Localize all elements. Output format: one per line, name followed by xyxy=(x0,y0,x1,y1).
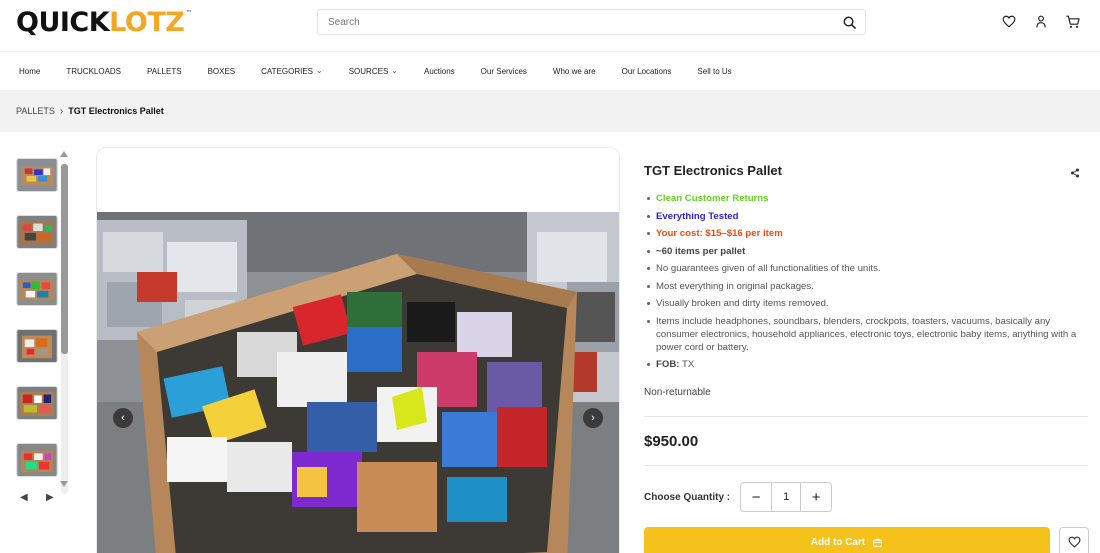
feature-clean-returns: Clean Customer Returns xyxy=(644,192,1088,205)
feature-no-guarantee: No guarantees given of all functionaliti… xyxy=(644,262,1088,275)
add-to-cart-button[interactable]: Add to Cart xyxy=(644,527,1050,553)
thumbnail-6[interactable] xyxy=(16,443,58,477)
add-to-cart-label: Add to Cart xyxy=(810,536,866,548)
product-price: $950.00 xyxy=(644,433,699,450)
feature-items-per-pallet: ~60 items per pallet xyxy=(644,245,1088,258)
breadcrumb-pallets[interactable]: PALLETS xyxy=(16,106,55,116)
thumbnail-2[interactable] xyxy=(16,215,58,249)
thumbnail-scroll-down-icon[interactable] xyxy=(60,481,68,487)
heart-icon xyxy=(1068,536,1080,548)
main-nav: Home TRUCKLOADS PALLETS BOXES CATEGORIES… xyxy=(0,52,1100,90)
heart-icon[interactable] xyxy=(1000,12,1018,30)
nav-who-we-are[interactable]: Who we are xyxy=(553,67,596,76)
feature-broken-removed: Visually broken and dirty items removed. xyxy=(644,297,1088,310)
breadcrumb-separator: › xyxy=(59,105,64,117)
fob-value: TX xyxy=(681,359,695,370)
divider xyxy=(644,465,1088,466)
chevron-down-icon: ⌄ xyxy=(391,65,398,75)
feature-items-include: Items include headphones, soundbars, ble… xyxy=(644,315,1088,354)
quantity-row: Choose Quantity : − 1 + xyxy=(644,482,1088,512)
thumbnail-prev-icon[interactable]: ◀ xyxy=(20,492,28,503)
nav-home[interactable]: Home xyxy=(19,67,40,76)
breadcrumb: PALLETS › TGT Electronics Pallet xyxy=(0,90,1100,132)
nav-boxes[interactable]: BOXES xyxy=(208,67,236,76)
quantity-decrease-button[interactable]: − xyxy=(741,483,771,511)
thumbnail-1[interactable] xyxy=(16,158,58,192)
product-info: TGT Electronics Pallet Clean Customer Re… xyxy=(644,160,1088,512)
quicklotz-logo[interactable]: QUICK LOTZ ™ xyxy=(16,6,192,38)
product-title: TGT Electronics Pallet xyxy=(644,163,782,178)
main-product-image: ‹ › xyxy=(96,147,620,553)
thumbnail-4[interactable] xyxy=(16,329,58,363)
user-icon[interactable] xyxy=(1032,12,1050,30)
chevron-left-icon: ‹ xyxy=(121,412,125,424)
chevron-down-icon: ⌄ xyxy=(316,65,323,75)
thumbnail-3[interactable] xyxy=(16,272,58,306)
site-header: QUICK LOTZ ™ xyxy=(0,0,1100,52)
nav-our-locations[interactable]: Our Locations xyxy=(622,67,672,76)
fob-label: FOB: xyxy=(656,359,680,370)
nav-auctions[interactable]: Auctions xyxy=(424,67,455,76)
thumbnail-scroll-up-icon[interactable] xyxy=(60,151,68,157)
chevron-right-icon: › xyxy=(591,412,595,424)
quantity-increase-button[interactable]: + xyxy=(801,483,831,511)
feature-tested: Everything Tested xyxy=(644,210,1088,223)
thumbnail-5[interactable] xyxy=(16,386,58,420)
thumbnail-gallery: ◀ ▶ xyxy=(14,148,70,508)
feature-cost: Your cost: $15–$16 per item xyxy=(644,227,1088,240)
search-bar xyxy=(317,9,866,35)
add-to-wishlist-button[interactable] xyxy=(1059,527,1089,553)
quantity-stepper: − 1 + xyxy=(740,482,833,512)
product-photo xyxy=(97,212,619,553)
cart-icon[interactable] xyxy=(1064,12,1082,30)
nav-sell-to-us[interactable]: Sell to Us xyxy=(697,67,731,76)
nav-our-services[interactable]: Our Services xyxy=(481,67,527,76)
return-policy: Non-returnable xyxy=(644,387,711,398)
divider xyxy=(644,416,1088,417)
product-features: Clean Customer Returns Everything Tested… xyxy=(644,192,1088,371)
search-icon[interactable] xyxy=(833,10,865,34)
feature-original-packages: Most everything in original packages. xyxy=(644,280,1088,293)
logo-text-quick: QUICK xyxy=(16,6,110,38)
search-input[interactable] xyxy=(318,10,833,34)
thumbnail-scrollbar[interactable] xyxy=(61,164,68,354)
quantity-value[interactable]: 1 xyxy=(771,483,802,511)
thumbnail-next-icon[interactable]: ▶ xyxy=(46,492,54,503)
nav-categories[interactable]: CATEGORIES ⌄ xyxy=(261,65,323,76)
breadcrumb-current: TGT Electronics Pallet xyxy=(68,106,164,116)
feature-fob: FOB: TX xyxy=(644,358,1088,371)
nav-pallets[interactable]: PALLETS xyxy=(147,67,182,76)
quantity-label: Choose Quantity : xyxy=(644,491,731,503)
logo-trademark: ™ xyxy=(185,9,192,17)
gallery-prev-button[interactable]: ‹ xyxy=(113,408,133,428)
nav-truckloads[interactable]: TRUCKLOADS xyxy=(66,67,121,76)
cart-actions: Add to Cart xyxy=(644,527,1089,553)
share-icon[interactable] xyxy=(1070,165,1080,183)
header-actions xyxy=(1000,12,1082,30)
logo-text-lotz: LOTZ xyxy=(109,6,185,38)
gallery-next-button[interactable]: › xyxy=(583,408,603,428)
shopping-bag-icon xyxy=(873,538,883,547)
nav-sources[interactable]: SOURCES ⌄ xyxy=(349,65,398,76)
